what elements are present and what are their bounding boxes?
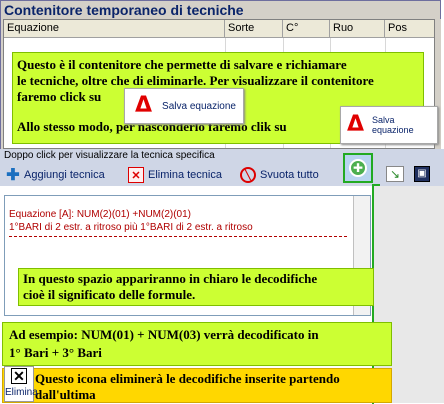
elimina-decode-button[interactable]: ✕ Elimina xyxy=(4,366,38,402)
column-c[interactable]: C° xyxy=(283,20,330,37)
add-technique-button[interactable]: ✚ Aggiungi tecnica xyxy=(6,166,105,184)
container-title: Contenitore temporaneo di tecniche xyxy=(4,2,244,18)
delete-technique-label: Elimina tecnica xyxy=(148,169,222,181)
formula-text: Equazione [A]: NUM(2)(01) +NUM(2)(01) 1°… xyxy=(9,208,253,234)
formula-line: 1°BARI di 2 estr. a ritroso più 1°BARI d… xyxy=(9,222,253,233)
note-line: In questo spazio appariranno in chiaro l… xyxy=(23,271,318,286)
export-icon[interactable]: ↘ xyxy=(386,166,404,182)
note-line: Questo icona eliminerà le decodifiche in… xyxy=(35,371,340,386)
no-entry-icon: ╲ xyxy=(240,167,256,183)
note-line: Ad esempio: NUM(01) + NUM(03) verrà deco… xyxy=(9,327,319,342)
delta-icon: Δ xyxy=(347,112,365,137)
tutorial-note-example: Ad esempio: NUM(01) + NUM(03) verrà deco… xyxy=(2,322,392,366)
delete-icon: ✕ xyxy=(128,167,144,183)
column-sorte[interactable]: Sorte xyxy=(225,20,283,37)
salva-equazione-button-hide[interactable]: Δ Salva equazione xyxy=(340,106,438,144)
salva-label: Salva equazione xyxy=(372,115,414,135)
column-ruo[interactable]: Ruo xyxy=(330,20,385,37)
tutorial-note-delete: Questo icona eliminerà le decodifiche in… xyxy=(2,368,392,403)
salva-equazione-button-show[interactable]: Δ Salva equazione xyxy=(124,88,244,124)
delete-x-icon: ✕ xyxy=(11,368,27,384)
clear-all-button[interactable]: ╲ Svuota tutto xyxy=(240,166,319,184)
salva-label: Salva equazione xyxy=(162,100,236,112)
note-line: cioè il significato delle formule. xyxy=(23,287,196,302)
connector-line xyxy=(372,184,380,186)
grid-header: Equazione Sorte C° Ruo Pos xyxy=(4,20,434,38)
toggle-container-button[interactable]: ✚ xyxy=(343,153,373,183)
elimina-label: Elimina xyxy=(5,387,38,398)
note-line: Questo è il contenitore che permette di … xyxy=(17,57,347,72)
tutorial-note-decode: In questo spazio appariranno in chiaro l… xyxy=(18,268,374,306)
note-line: 1° Bari + 3° Bari xyxy=(9,345,102,360)
compass-icon: ✚ xyxy=(349,159,367,177)
column-equazione[interactable]: Equazione xyxy=(4,20,225,37)
column-pos[interactable]: Pos xyxy=(385,20,434,37)
note-line: le tecniche, oltre che di eliminarle. Pe… xyxy=(17,73,374,88)
formula-line: Equazione [A]: NUM(2)(01) +NUM(2)(01) xyxy=(9,209,191,220)
save-disk-icon[interactable]: ▣ xyxy=(414,166,430,182)
note-line: dall'ultima xyxy=(35,387,96,402)
hint-bar: Doppo click per visualizzare la tecnica … xyxy=(0,149,444,163)
separator-line xyxy=(9,236,347,237)
clear-all-label: Svuota tutto xyxy=(260,169,319,181)
add-technique-label: Aggiungi tecnica xyxy=(24,169,105,181)
plus-icon: ✚ xyxy=(6,167,20,184)
delete-technique-button[interactable]: ✕ Elimina tecnica xyxy=(128,166,222,184)
delta-icon: Δ xyxy=(135,93,153,118)
